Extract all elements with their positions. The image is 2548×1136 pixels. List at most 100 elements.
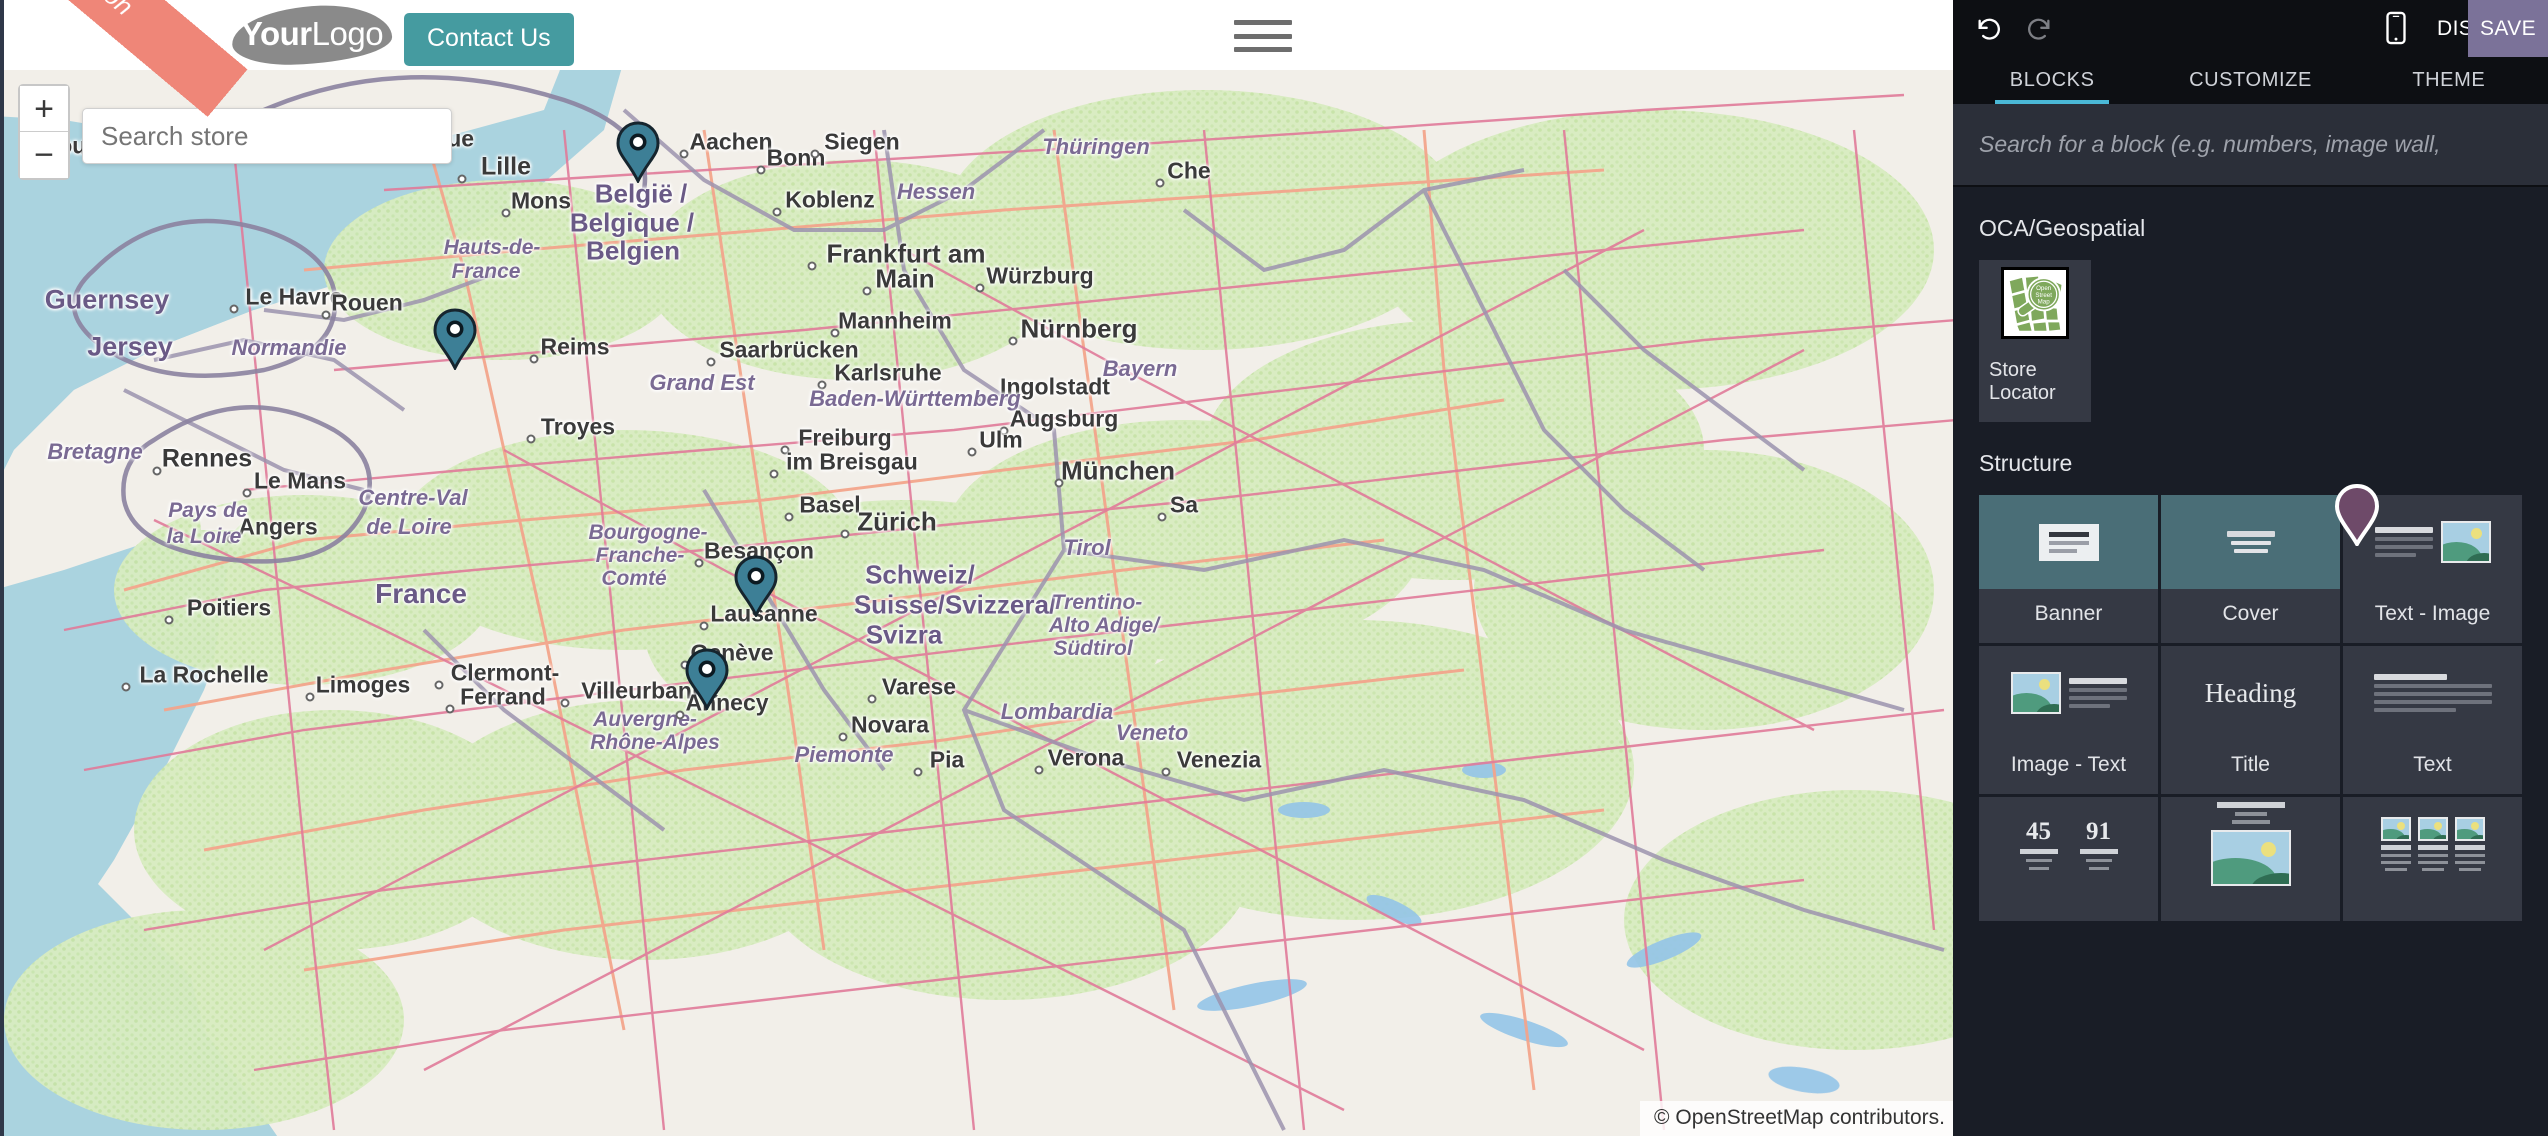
block-card-text[interactable]: Text [2343,646,2522,794]
thumb-line [2417,854,2448,857]
thumb-line [2230,541,2271,545]
block-card-label: Image - Text [2010,753,2127,776]
thumb-line [2048,548,2077,553]
logo-text-light: Logo [311,14,384,52]
thumb-image [2440,521,2491,563]
block-card-label: Title [2231,753,2270,776]
map-marker[interactable] [615,121,661,183]
osm-logo-line3: Map [2038,299,2051,306]
zoom-out-button[interactable]: − [20,132,68,178]
geospatial-block-grid: Open Street Map Store Locator [1953,260,2548,422]
thumb-line [2234,812,2267,816]
thumb-sun [2433,822,2442,830]
contact-us-button[interactable]: Contact Us [404,13,574,66]
save-button[interactable]: SAVE [2468,0,2548,57]
logo-text: Your Logo [232,6,392,64]
thumb-line [2373,700,2492,704]
panel-tabs: BLOCKS CUSTOMIZE THEME [1953,57,2548,104]
text-image-thumb-icon [2343,495,2522,589]
thumb-sun [2260,842,2276,857]
osm-attribution[interactable]: © OpenStreetMap contributors. [1640,1101,1953,1136]
title-thumb-text: Heading [2204,677,2297,708]
thumb-line [2233,549,2268,553]
thumb-line [2454,854,2485,857]
structure-block-grid: Banner Cover Text - Image Image - Text H… [1953,495,2548,921]
thumb-line [2374,545,2433,549]
thumb-line [2068,678,2127,684]
thumb-line [2374,527,2433,533]
block-card-store-locator[interactable]: Open Street Map Store Locator [1979,260,2091,422]
map-marker[interactable] [432,308,478,370]
thumb-line [2454,861,2485,864]
tab-blocks[interactable]: BLOCKS [1953,57,2151,104]
thumb-line [2417,845,2448,850]
block-card-label [1979,891,2158,921]
block-card-label: Cover [2222,602,2279,625]
thumb-line [2380,861,2411,864]
cover-thumb-icon [2161,495,2340,589]
thumb-line [2216,802,2285,808]
block-card-cover[interactable]: Cover [2161,495,2340,643]
thumb-line [2380,845,2411,850]
block-card-label: Store Locator [1989,359,2056,404]
block-card-picture[interactable] [2161,797,2340,921]
block-card-columns[interactable] [2343,797,2522,921]
map-marker[interactable] [684,648,730,710]
image-text-thumb-icon [1979,646,2158,740]
thumb-line [2231,820,2270,824]
thumb-line [2373,692,2492,696]
osm-logo-line2: Street [2035,292,2052,299]
thumb-line [2458,868,2481,871]
thumb-line [2019,848,2058,854]
search-store-input[interactable] [82,108,452,164]
thumb-line [2374,537,2433,541]
thumb-image [2210,830,2291,886]
numbers-thumb-value: 45 [2026,817,2051,845]
thumb-line [2068,696,2127,700]
map-pin-icon [616,121,660,183]
thumb-line [2048,540,2089,545]
hamburger-icon[interactable] [1234,20,1292,52]
openstreetmap-logo-icon: Open Street Map [1979,260,2091,346]
block-card-banner[interactable]: Banner [1979,495,2158,643]
block-card-text-image[interactable]: Text - Image [2343,495,2522,643]
hamburger-bar [1234,47,1292,52]
banner-thumb-icon [1979,495,2158,589]
map-zoom-controls[interactable]: + − [18,84,70,180]
thumb-image [2010,672,2061,714]
text-thumb-icon [2343,646,2522,740]
thumb-sun [2396,822,2405,830]
picture-thumb-icon [2161,797,2340,891]
undo-icon[interactable] [1969,9,2009,49]
tab-theme[interactable]: THEME [2350,57,2548,104]
zoom-in-button[interactable]: + [20,86,68,132]
thumb-line [2068,688,2127,692]
block-card-label [2343,891,2522,921]
redo-icon[interactable] [2019,9,2059,49]
thumb-sun [2470,822,2479,830]
thumb-image [2417,817,2448,841]
map-marker[interactable] [733,555,779,617]
map-tiles [4,70,1953,1136]
block-card-label [2161,891,2340,921]
store-locator-map[interactable]: Guernsey Jersey Le Havre Rouen Normandie Bret… [4,70,1953,1136]
hamburger-bar [1234,20,1292,25]
block-card-image-text[interactable]: Image - Text [1979,646,2158,794]
thumb-line [2028,866,2049,870]
thumb-line [2374,553,2417,557]
thumb-line [2025,858,2052,862]
osm-logo-svg: Open Street Map [2008,274,2064,333]
tab-customize[interactable]: CUSTOMIZE [2151,57,2349,104]
map-pin-icon [734,555,778,617]
block-card-title[interactable]: Heading Title [2161,646,2340,794]
hamburger-bar [1234,33,1292,39]
block-card-label: Banner [2034,602,2103,625]
thumb-image [2454,817,2485,841]
block-search-input[interactable] [1953,104,2548,187]
section-title-structure: Structure [1979,450,2073,476]
block-card-numbers[interactable]: 45 91 [1979,797,2158,921]
section-title-geospatial: OCA/Geospatial [1979,215,2146,241]
site-logo[interactable]: Your Logo [231,3,393,67]
map-pin-icon [685,648,729,710]
mobile-preview-icon[interactable] [2376,8,2416,48]
